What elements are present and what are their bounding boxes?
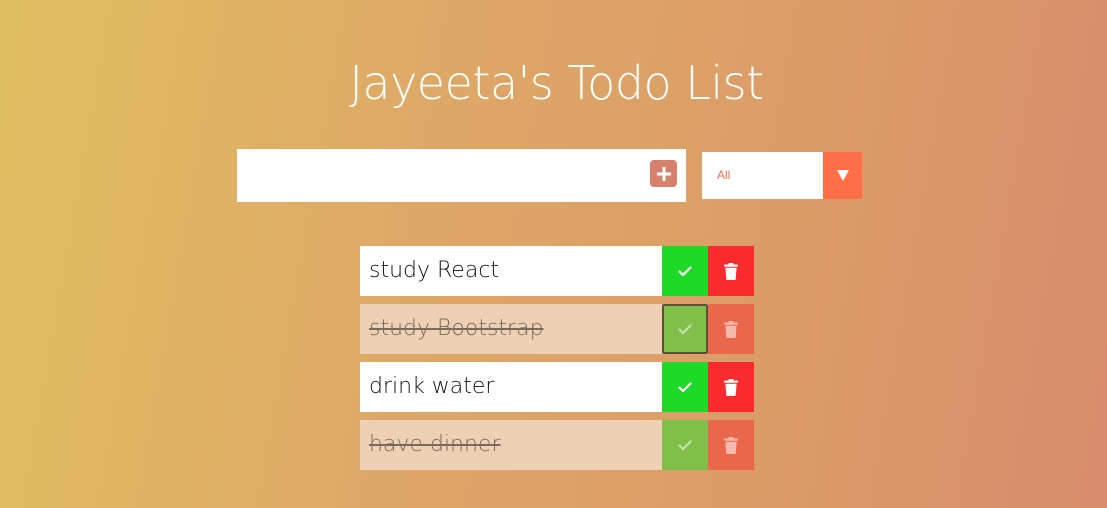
complete-button[interactable] [662,304,708,354]
todo-item: study React [360,246,754,296]
todo-text: have dinner [369,432,501,457]
todo-input[interactable] [237,149,637,202]
complete-button[interactable] [662,420,708,470]
check-icon [678,323,692,334]
caret-down-icon [836,170,849,181]
complete-button[interactable] [662,246,708,296]
delete-button[interactable] [708,420,754,470]
trash-icon [724,262,738,280]
todo-list: study React study Bootstrap drink water … [360,246,754,478]
trash-icon [724,320,738,338]
check-icon [678,381,692,392]
todo-text: study Bootstrap [369,316,544,341]
plus-icon [656,166,671,181]
filter-selected-value: All [717,168,731,182]
todo-input-container [237,149,686,202]
complete-button[interactable] [662,362,708,412]
filter-select[interactable]: All [702,152,862,199]
filter-dropdown-toggle[interactable] [823,152,862,199]
delete-button[interactable] [708,246,754,296]
add-todo-button[interactable] [650,160,677,187]
todo-item: drink water [360,362,754,412]
check-icon [678,265,692,276]
todo-text: drink water [369,374,495,399]
delete-button[interactable] [708,362,754,412]
trash-icon [724,436,738,454]
todo-item: have dinner [360,420,754,470]
delete-button[interactable] [708,304,754,354]
page-title: Jayeeta's Todo List [349,55,764,110]
check-icon [678,439,692,450]
trash-icon [724,378,738,396]
todo-item: study Bootstrap [360,304,754,354]
todo-text: study React [369,258,500,283]
